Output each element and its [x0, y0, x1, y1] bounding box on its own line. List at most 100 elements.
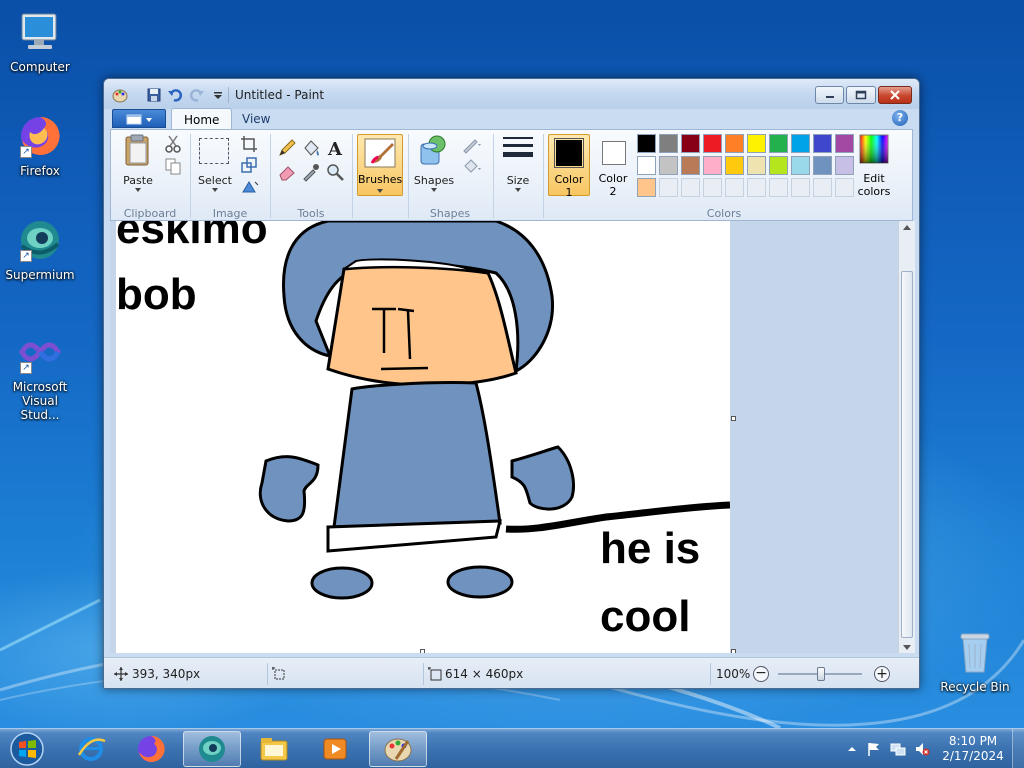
show-desktop-button[interactable] — [1012, 729, 1024, 768]
palette-swatch[interactable] — [747, 156, 766, 175]
canvas-resize-handle-corner[interactable] — [731, 649, 736, 653]
palette-swatch[interactable] — [703, 156, 722, 175]
action-center-icon[interactable] — [866, 741, 882, 757]
network-icon[interactable] — [890, 741, 906, 757]
copy-icon[interactable] — [163, 156, 183, 176]
palette-swatch[interactable] — [637, 178, 656, 197]
rotate-icon[interactable] — [239, 176, 259, 196]
taskbar-firefox[interactable] — [122, 731, 180, 767]
palette-swatch[interactable] — [813, 156, 832, 175]
paint-menu-button[interactable] — [112, 109, 166, 128]
scrollbar-thumb[interactable] — [901, 271, 913, 638]
save-icon[interactable] — [146, 87, 162, 103]
select-button[interactable]: Select — [193, 174, 237, 187]
palette-swatch[interactable] — [791, 134, 810, 153]
palette-swatch[interactable] — [703, 134, 722, 153]
zoom-out-button[interactable]: − — [753, 666, 769, 682]
palette-swatch-empty[interactable] — [791, 178, 810, 197]
zoom-slider-thumb[interactable] — [817, 667, 825, 681]
palette-swatch[interactable] — [769, 156, 788, 175]
desktop-icon-recycle-bin[interactable]: Recycle Bin — [936, 628, 1014, 694]
show-hidden-icons[interactable] — [844, 741, 860, 757]
desktop-icon-supermium[interactable]: ↗ Supermium — [1, 216, 79, 282]
taskbar-supermium[interactable] — [183, 731, 241, 767]
crop-icon[interactable] — [239, 134, 259, 154]
minimize-button[interactable] — [815, 86, 844, 104]
palette-swatch[interactable] — [769, 134, 788, 153]
text-icon[interactable]: A — [325, 138, 345, 160]
canvas-resize-handle-right[interactable] — [731, 416, 736, 421]
palette-swatch[interactable] — [725, 156, 744, 175]
taskbar-file-explorer[interactable] — [245, 731, 303, 767]
palette-swatch[interactable] — [813, 134, 832, 153]
palette-swatch[interactable] — [835, 134, 854, 153]
fill-icon[interactable] — [301, 138, 321, 158]
redo-icon[interactable] — [189, 87, 205, 103]
taskbar-media-player[interactable] — [306, 731, 364, 767]
shapes-icon[interactable] — [417, 134, 451, 168]
volume-muted-icon[interactable] — [914, 741, 930, 757]
title-bar[interactable]: Untitled - Paint — [104, 79, 919, 109]
tab-view[interactable]: View — [230, 108, 282, 130]
resize-icon[interactable] — [239, 155, 259, 175]
palette-swatch[interactable] — [659, 156, 678, 175]
scroll-down-icon[interactable] — [903, 645, 911, 650]
pencil-icon[interactable] — [277, 138, 297, 158]
brushes-button[interactable]: Brushes — [357, 134, 403, 196]
undo-icon[interactable] — [167, 87, 183, 103]
start-button[interactable] — [0, 731, 54, 767]
palette-swatch-empty[interactable] — [703, 178, 722, 197]
palette-swatch-empty[interactable] — [659, 178, 678, 197]
paste-button[interactable]: Paste — [117, 174, 159, 187]
desktop-icon-visual-studio[interactable]: ↗ Microsoft Visual Stud... — [1, 328, 79, 422]
size-dropdown-icon[interactable] — [515, 188, 521, 192]
palette-swatch[interactable] — [747, 134, 766, 153]
palette-swatch[interactable] — [681, 134, 700, 153]
shapes-dropdown-icon[interactable] — [431, 188, 437, 192]
desktop-icon-firefox[interactable]: ↗ Firefox — [1, 112, 79, 178]
drawing-canvas[interactable]: eskimo bob he is cool — [116, 221, 730, 653]
canvas-workspace[interactable]: eskimo bob he is cool — [110, 221, 898, 653]
palette-swatch[interactable] — [681, 156, 700, 175]
canvas-resize-handle-bottom[interactable] — [420, 649, 425, 653]
palette-swatch[interactable] — [659, 134, 678, 153]
scroll-up-icon[interactable] — [903, 225, 911, 230]
color1-button[interactable]: Color 1 — [548, 134, 590, 199]
magnifier-icon[interactable] — [325, 162, 345, 182]
select-icon[interactable] — [199, 138, 229, 164]
tab-home[interactable]: Home — [171, 108, 233, 130]
palette-swatch[interactable] — [725, 134, 744, 153]
palette-swatch-empty[interactable] — [725, 178, 744, 197]
desktop-icon-computer[interactable]: Computer — [1, 8, 79, 74]
palette-swatch-empty[interactable] — [769, 178, 788, 197]
size-button[interactable]: Size — [497, 174, 539, 187]
color2-button[interactable]: Color 2 — [593, 134, 633, 198]
taskbar-paint[interactable] — [369, 731, 427, 767]
edit-colors-button[interactable]: Edit colors — [851, 172, 897, 198]
palette-swatch-empty[interactable] — [813, 178, 832, 197]
vertical-scrollbar[interactable] — [898, 221, 915, 653]
customize-qat-icon[interactable] — [210, 87, 226, 103]
paint-app-icon[interactable] — [112, 87, 128, 103]
close-button[interactable] — [878, 86, 912, 104]
zoom-in-button[interactable]: + — [874, 666, 890, 682]
palette-swatch[interactable] — [637, 134, 656, 153]
shapes-button[interactable]: Shapes — [411, 174, 457, 187]
size-icon[interactable] — [501, 134, 535, 164]
color-picker-icon[interactable] — [301, 162, 321, 182]
edit-colors-icon[interactable] — [859, 134, 889, 164]
palette-swatch[interactable] — [791, 156, 810, 175]
palette-swatch-empty[interactable] — [747, 178, 766, 197]
taskbar-internet-explorer[interactable] — [62, 731, 120, 767]
cut-icon[interactable] — [163, 134, 183, 154]
eraser-icon[interactable] — [277, 162, 297, 182]
maximize-button[interactable] — [846, 86, 876, 104]
paste-icon[interactable] — [121, 134, 155, 168]
help-icon[interactable]: ? — [892, 110, 908, 126]
palette-swatch-empty[interactable] — [681, 178, 700, 197]
select-dropdown-icon[interactable] — [212, 188, 218, 192]
fill-shape-icon[interactable] — [461, 156, 481, 176]
palette-swatch[interactable] — [637, 156, 656, 175]
paste-dropdown-icon[interactable] — [135, 188, 141, 192]
outline-icon[interactable] — [461, 134, 481, 154]
